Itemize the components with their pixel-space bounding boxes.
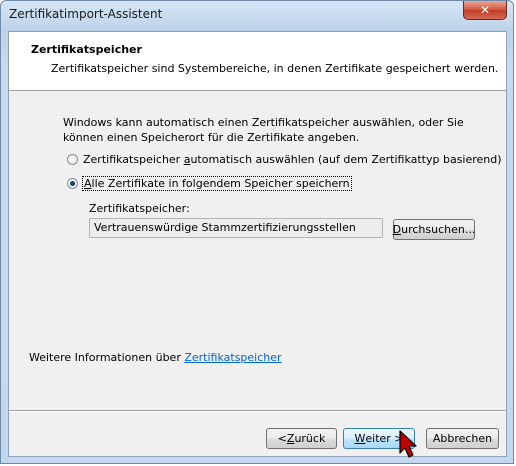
page-title: Zertifikatspeicher (31, 43, 142, 56)
radio-auto-select[interactable]: Zertifikatspeicher automatisch auswählen… (67, 153, 502, 166)
cancel-button[interactable]: Abbrechen (426, 428, 499, 449)
wizard-header: Zertifikatspeicher Zertifikatspeicher si… (9, 32, 506, 91)
footer-divider (9, 410, 506, 412)
close-icon: ✕ (479, 3, 491, 17)
radio-button-auto[interactable] (67, 154, 78, 165)
more-info-text: Weitere Informationen über (29, 351, 185, 364)
radio-manual-label[interactable]: Alle Zertifikate in folgendem Speicher s… (82, 176, 352, 191)
back-button[interactable]: < Zurück (266, 428, 337, 449)
wizard-client-area: Zertifikatspeicher Zertifikatspeicher si… (8, 31, 507, 457)
store-field: Vertrauenswürdige Stammzertifizierungsst… (89, 218, 383, 238)
intro-text: Windows kann automatisch einen Zertifika… (63, 116, 464, 144)
browse-button[interactable]: Durchsuchen... (393, 219, 475, 240)
title-bar[interactable]: Zertifikatimport-Assistent ✕ (1, 1, 513, 31)
page-description: Zertifikatspeicher sind Systembereiche, … (51, 62, 499, 75)
mouse-pointer-icon (399, 430, 417, 458)
wizard-window: Zertifikatimport-Assistent ✕ Zertifikats… (0, 0, 514, 464)
radio-auto-label[interactable]: Zertifikatspeicher automatisch auswählen… (83, 153, 502, 166)
window-title: Zertifikatimport-Assistent (9, 7, 163, 21)
store-label: Zertifikatspeicher: (89, 202, 190, 215)
store-info-link[interactable]: Zertifikatspeicher (184, 351, 281, 364)
radio-button-manual[interactable] (67, 178, 78, 189)
more-info: Weitere Informationen über Zertifikatspe… (29, 351, 282, 364)
close-button[interactable]: ✕ (463, 1, 507, 20)
radio-manual-store[interactable]: Alle Zertifikate in folgendem Speicher s… (67, 176, 352, 191)
